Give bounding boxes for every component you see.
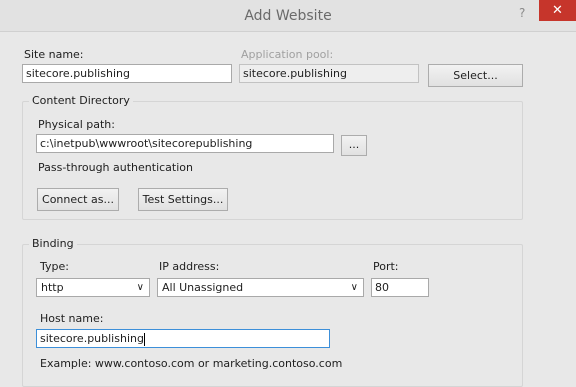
test-settings-button[interactable]: Test Settings... <box>138 188 228 211</box>
site-name-label: Site name: <box>24 48 84 61</box>
host-name-input[interactable]: sitecore.publishing <box>36 329 330 348</box>
connect-as-button[interactable]: Connect as... <box>37 188 119 211</box>
host-name-value: sitecore.publishing <box>40 332 144 345</box>
app-pool-field: sitecore.publishing <box>239 64 419 83</box>
help-icon[interactable]: ? <box>519 6 525 20</box>
content-directory-legend: Content Directory <box>29 94 133 107</box>
port-input[interactable]: 80 <box>371 278 429 297</box>
host-name-example: Example: www.contoso.com or marketing.co… <box>40 357 343 370</box>
type-value: http <box>41 281 64 294</box>
window-title: Add Website <box>244 8 332 24</box>
select-app-pool-button[interactable]: Select... <box>428 64 523 87</box>
chevron-down-icon: ∨ <box>350 282 358 293</box>
passthrough-auth-label: Pass-through authentication <box>38 161 193 174</box>
chevron-down-icon: ∨ <box>136 282 144 293</box>
ip-address-label: IP address: <box>159 260 220 273</box>
host-name-label: Host name: <box>40 312 104 325</box>
title-bar: Add Website ? ✕ <box>0 0 576 32</box>
text-caret <box>143 332 145 346</box>
close-icon[interactable]: ✕ <box>539 0 576 21</box>
ip-address-dropdown[interactable]: All Unassigned ∨ <box>157 278 364 297</box>
physical-path-input[interactable]: c:\inetpub\wwwroot\sitecorepublishing <box>36 134 334 153</box>
site-name-input[interactable]: sitecore.publishing <box>22 64 232 83</box>
physical-path-label: Physical path: <box>38 118 115 131</box>
binding-legend: Binding <box>29 237 77 250</box>
port-label: Port: <box>373 260 399 273</box>
app-pool-label: Application pool: <box>241 48 334 61</box>
browse-path-button[interactable]: ... <box>341 135 367 156</box>
type-dropdown[interactable]: http ∨ <box>36 278 150 297</box>
type-label: Type: <box>40 260 69 273</box>
ip-address-value: All Unassigned <box>162 281 244 294</box>
